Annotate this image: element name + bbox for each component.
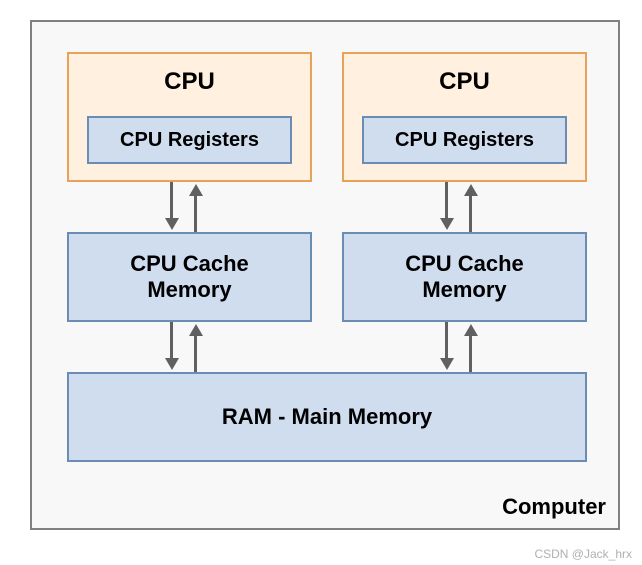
cpu-registers-box: CPU Registers	[87, 116, 292, 164]
cache-label: CPU Cache Memory	[405, 251, 524, 304]
cache-box-2: CPU Cache Memory	[342, 232, 587, 322]
arrows-cache-ram-left	[162, 322, 212, 372]
cpu-registers-label: CPU Registers	[120, 129, 259, 152]
arrows-reg-cache-left	[162, 182, 212, 232]
arrows-reg-cache-right	[437, 182, 487, 232]
cpu-title: CPU	[69, 68, 310, 96]
cpu-registers-box: CPU Registers	[362, 116, 567, 164]
cpu-title: CPU	[344, 68, 585, 96]
arrows-cache-ram-right	[437, 322, 487, 372]
computer-container: CPU CPU Registers CPU CPU Registers CPU …	[30, 20, 620, 530]
watermark: CSDN @Jack_hrx	[534, 547, 632, 561]
ram-box: RAM - Main Memory	[67, 372, 587, 462]
cache-label: CPU Cache Memory	[130, 251, 249, 304]
cache-box-1: CPU Cache Memory	[67, 232, 312, 322]
cpu-box-2: CPU CPU Registers	[342, 52, 587, 182]
cpu-registers-label: CPU Registers	[395, 129, 534, 152]
computer-label: Computer	[502, 494, 606, 520]
cpu-box-1: CPU CPU Registers	[67, 52, 312, 182]
ram-label: RAM - Main Memory	[222, 404, 432, 430]
